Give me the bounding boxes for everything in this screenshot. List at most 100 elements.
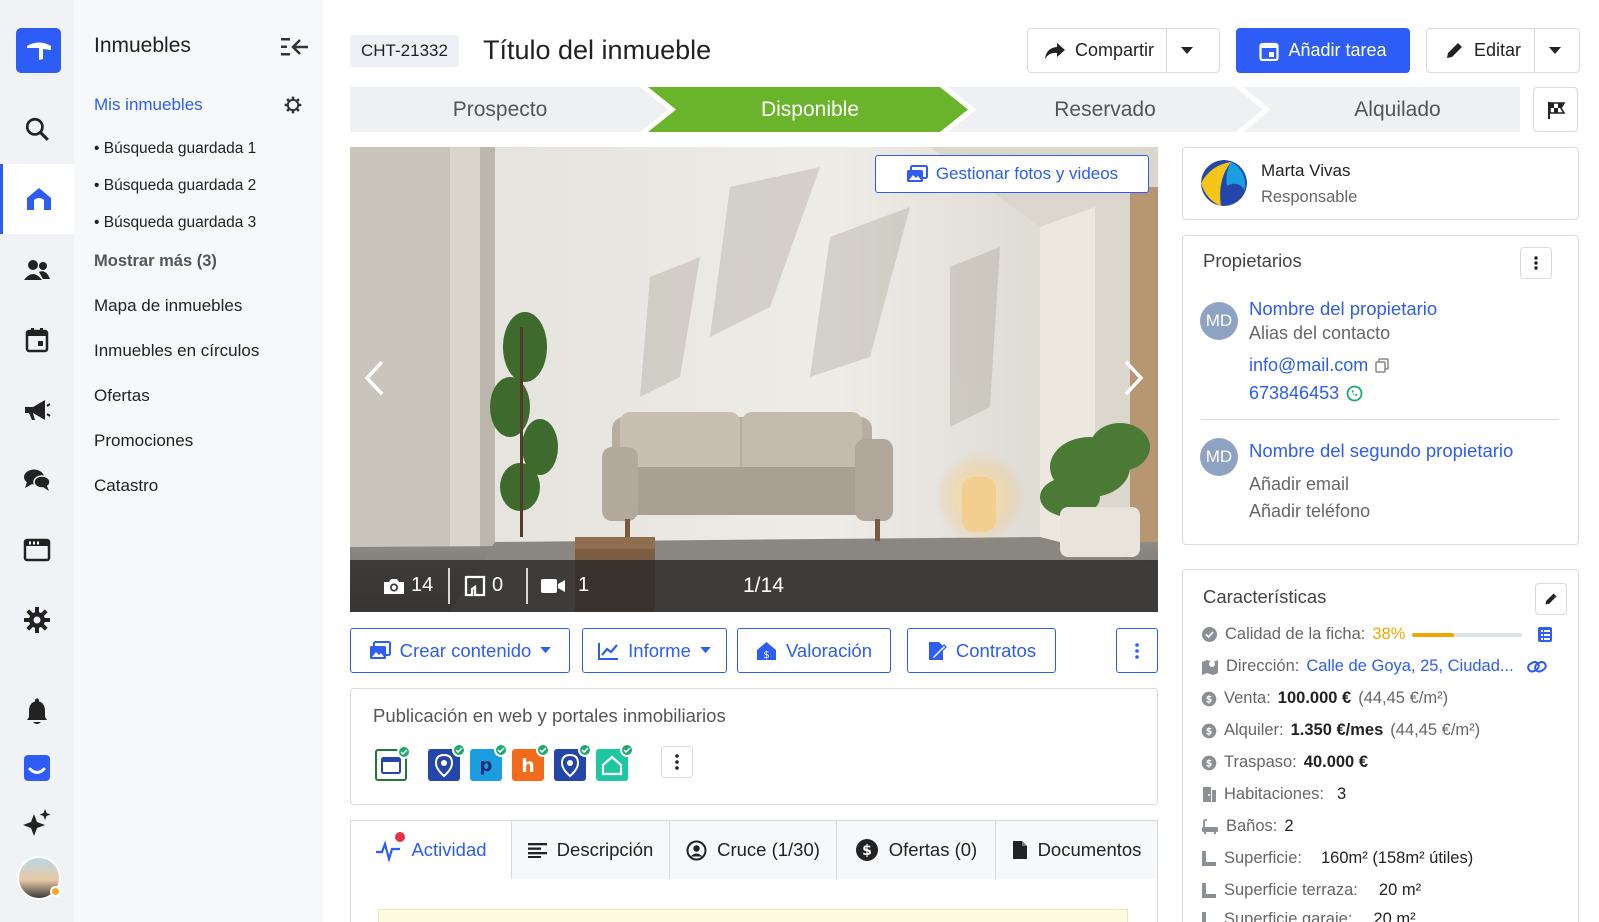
checklist-icon[interactable] bbox=[1537, 626, 1553, 643]
owner-phone-link[interactable]: 673846453 bbox=[1249, 383, 1339, 404]
activity-pulse-icon bbox=[375, 832, 406, 862]
contracts-label: Contratos bbox=[955, 639, 1037, 661]
megaphone-icon[interactable] bbox=[0, 388, 74, 432]
tab-offers[interactable]: $ Ofertas (0) bbox=[837, 821, 996, 879]
owner-name-link[interactable]: Nombre del propietario bbox=[1249, 298, 1437, 320]
copy-icon[interactable] bbox=[1375, 358, 1390, 373]
stage-available[interactable]: Disponible bbox=[665, 87, 955, 132]
rent-price-row: $ Alquiler: 1.350 €/mes (44,45 €/m²) bbox=[1201, 721, 1480, 740]
portals-more-button[interactable] bbox=[661, 746, 693, 778]
second-owner-name-link[interactable]: Nombre del segundo propietario bbox=[1249, 440, 1513, 462]
portals-card: Publicación en web y portales inmobiliar… bbox=[350, 688, 1158, 805]
more-actions-button[interactable] bbox=[1116, 628, 1158, 673]
owners-card: Propietarios MD Nombre del propietario A… bbox=[1182, 235, 1579, 545]
dollar-circle-icon: $ bbox=[1201, 691, 1217, 706]
pencil-icon bbox=[1447, 43, 1462, 58]
link-icon[interactable] bbox=[1526, 660, 1547, 674]
sidebar-item-promotions[interactable]: Promociones bbox=[94, 431, 193, 451]
dollar-circle-icon: $ bbox=[855, 839, 878, 861]
gear-icon[interactable] bbox=[284, 96, 302, 114]
share-button[interactable]: Compartir bbox=[1027, 28, 1220, 73]
sidebar-item-my-properties[interactable]: Mis inmuebles bbox=[94, 95, 203, 115]
sidebar-item-cadastre[interactable]: Catastro bbox=[94, 476, 158, 496]
tab-activity[interactable]: Actividad bbox=[351, 821, 512, 879]
tab-documents[interactable]: Documentos bbox=[996, 821, 1157, 879]
saved-search-item[interactable]: • Búsqueda guardada 1 bbox=[94, 140, 256, 158]
sparkle-icon[interactable] bbox=[0, 800, 74, 844]
user-circle-icon bbox=[686, 840, 707, 860]
saved-search-item[interactable]: • Búsqueda guardada 2 bbox=[94, 177, 256, 195]
sale-price-row: $ Venta: 100.000 € (44,45 €/m²) bbox=[1201, 689, 1448, 708]
portal-habitaclia-icon[interactable]: h bbox=[512, 743, 550, 781]
add-task-button[interactable]: Añadir tarea bbox=[1236, 28, 1410, 73]
portal-yaencontre-icon[interactable] bbox=[596, 743, 634, 781]
home-logo-icon[interactable] bbox=[16, 28, 61, 73]
property-reference-badge: CHT-21332 bbox=[350, 35, 459, 67]
quality-progress-bar bbox=[1412, 632, 1523, 637]
manage-photos-button[interactable]: Gestionar fotos y videos bbox=[875, 155, 1149, 193]
svg-text:$: $ bbox=[763, 650, 769, 661]
edit-button[interactable]: Editar bbox=[1426, 28, 1580, 73]
address-link[interactable]: Calle de Goya, 25, Ciudad... bbox=[1306, 657, 1513, 676]
responsible-avatar[interactable] bbox=[1201, 160, 1247, 206]
dollar-circle-icon: $ bbox=[1201, 755, 1217, 770]
portal-idealista-icon[interactable] bbox=[428, 743, 466, 781]
settings-icon[interactable] bbox=[0, 598, 74, 642]
collapse-sidebar-icon[interactable] bbox=[280, 36, 310, 58]
tab-offers-label: Ofertas (0) bbox=[888, 839, 978, 860]
sidebar-item-offers[interactable]: Ofertas bbox=[94, 386, 150, 406]
properties-icon[interactable] bbox=[0, 164, 74, 234]
svg-text:$: $ bbox=[862, 843, 872, 859]
valuation-button[interactable]: $ Valoración bbox=[737, 628, 891, 673]
contacts-icon[interactable] bbox=[0, 248, 74, 292]
whatsapp-icon[interactable] bbox=[1346, 385, 1363, 402]
inbox-icon[interactable] bbox=[0, 746, 74, 790]
owner-email-link[interactable]: info@mail.com bbox=[1249, 355, 1368, 376]
floor-plan-icon bbox=[464, 575, 486, 596]
stage-reserved[interactable]: Reservado bbox=[960, 87, 1250, 132]
share-dropdown-toggle[interactable] bbox=[1166, 29, 1206, 72]
search-icon[interactable] bbox=[0, 107, 74, 151]
address-row: Dirección: Calle de Goya, 25, Ciudad... bbox=[1201, 657, 1547, 676]
next-photo-icon[interactable] bbox=[1123, 359, 1145, 397]
window-icon[interactable] bbox=[0, 528, 74, 572]
owner-email-row: info@mail.com bbox=[1249, 355, 1390, 376]
add-phone-link[interactable]: Añadir teléfono bbox=[1249, 501, 1370, 522]
portals-title: Publicación en web y portales inmobiliar… bbox=[373, 705, 726, 726]
svg-text:$: $ bbox=[1206, 726, 1213, 737]
edit-features-button[interactable] bbox=[1535, 583, 1567, 615]
show-more-link[interactable]: Mostrar más (3) bbox=[94, 252, 217, 271]
stage-prospect[interactable]: Prospecto bbox=[350, 87, 650, 132]
photo-gallery[interactable]: Gestionar fotos y videos 14 0 1 1/14 bbox=[350, 147, 1158, 612]
stage-rented[interactable]: Alquilado bbox=[1255, 87, 1540, 132]
chat-icon[interactable] bbox=[0, 458, 74, 502]
sidebar-item-map[interactable]: Mapa de inmuebles bbox=[94, 296, 242, 316]
calendar-icon[interactable] bbox=[0, 318, 74, 362]
plan-count: 0 bbox=[464, 574, 503, 597]
tab-documents-label: Documentos bbox=[1037, 839, 1142, 860]
page-title: Título del inmueble bbox=[483, 35, 712, 65]
icon-rail bbox=[0, 0, 74, 922]
status-dot bbox=[50, 886, 61, 897]
create-content-button[interactable]: Crear contenido bbox=[350, 628, 570, 673]
owners-menu-button[interactable] bbox=[1520, 247, 1552, 279]
report-button[interactable]: Informe bbox=[582, 628, 727, 673]
bell-icon[interactable] bbox=[0, 690, 74, 734]
portal-web-icon[interactable] bbox=[375, 745, 411, 781]
tab-description[interactable]: Descripción bbox=[512, 821, 670, 879]
saved-search-item[interactable]: • Búsqueda guardada 3 bbox=[94, 214, 256, 232]
transfer-price-row: $ Traspaso: 40.000 € bbox=[1201, 753, 1368, 772]
add-email-link[interactable]: Añadir email bbox=[1249, 474, 1349, 495]
portal-fotocasa-icon[interactable] bbox=[554, 743, 592, 781]
checkered-flag-icon bbox=[1547, 101, 1565, 119]
edit-dropdown-toggle[interactable] bbox=[1534, 29, 1574, 72]
portal-pisos-icon[interactable]: p bbox=[470, 743, 508, 781]
responsible-name[interactable]: Marta Vivas bbox=[1261, 161, 1350, 181]
contracts-button[interactable]: Contratos bbox=[907, 628, 1056, 673]
tab-match[interactable]: Cruce (1/30) bbox=[670, 821, 837, 879]
rooms-row: Habitaciones: 3 bbox=[1201, 785, 1346, 804]
finish-flag-button[interactable] bbox=[1533, 87, 1578, 132]
sidebar-item-circles[interactable]: Inmuebles en círculos bbox=[94, 341, 259, 361]
baths-row: Baños: 2 bbox=[1201, 817, 1294, 836]
previous-photo-icon[interactable] bbox=[363, 359, 385, 397]
